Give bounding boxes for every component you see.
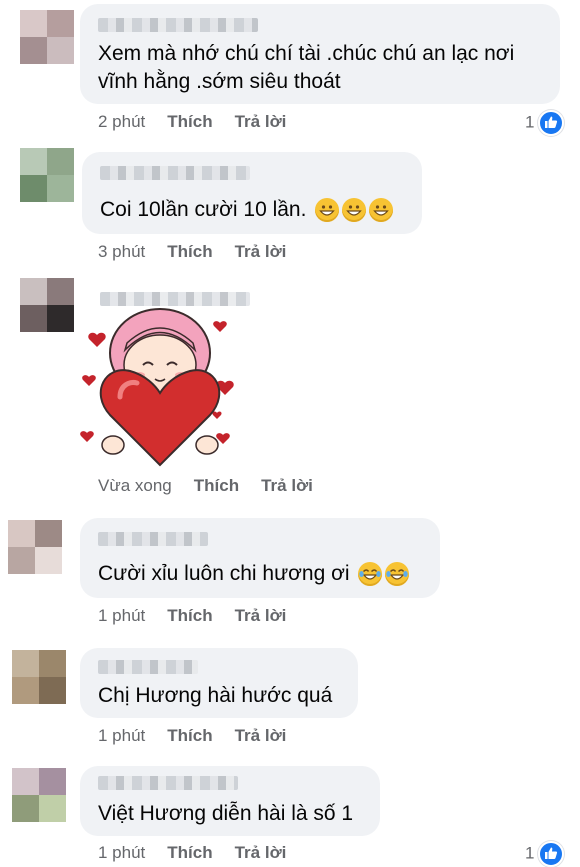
commenter-name[interactable]: [98, 18, 258, 32]
commenter-name[interactable]: [98, 776, 238, 790]
comment-actions: Vừa xong Thích Trả lời: [98, 476, 335, 496]
grinning-face-icon: [315, 198, 340, 223]
like-action[interactable]: Thích: [167, 843, 212, 863]
reaction-count[interactable]: 1: [525, 110, 565, 136]
comment-text-content: Cười xỉu luôn chi hương ơi: [98, 562, 350, 585]
commenter-name[interactable]: [98, 532, 208, 546]
avatar[interactable]: [12, 768, 66, 822]
comment-time: 3 phút: [98, 242, 146, 261]
comment-time: 2 phút: [98, 112, 146, 131]
like-action[interactable]: Thích: [167, 242, 212, 262]
reply-action[interactable]: Trả lời: [235, 242, 287, 262]
comment-time: 1 phút: [98, 843, 146, 862]
like-action[interactable]: Thích: [167, 726, 212, 746]
reply-action[interactable]: Trả lời: [235, 606, 287, 626]
reply-action[interactable]: Trả lời: [235, 726, 287, 746]
avatar[interactable]: [20, 278, 74, 332]
comment-actions: 1 phút Thích Trả lời: [98, 843, 308, 863]
comment-text: Chị Hương hài hước quá: [98, 684, 333, 707]
tears-of-joy-face-icon: [385, 562, 410, 587]
tears-of-joy-face-icon: [358, 562, 383, 587]
comment-text-content: Coi 10lần cười 10 lần.: [100, 198, 307, 221]
comment-text: vĩnh hằng .sớm siêu thoát: [98, 70, 341, 93]
grinning-face-icon: [342, 198, 367, 223]
comment-actions: 3 phút Thích Trả lời: [98, 242, 308, 262]
comment-text: Cười xỉu luôn chi hương ơi: [98, 560, 410, 588]
reaction-count[interactable]: 1: [525, 841, 565, 867]
reply-action[interactable]: Trả lời: [235, 112, 287, 132]
reaction-number: 1: [525, 112, 535, 132]
thumbs-up-icon: [538, 841, 565, 867]
comment-actions: 1 phút Thích Trả lời: [98, 606, 308, 626]
comment-time: Vừa xong: [98, 476, 172, 495]
reply-action[interactable]: Trả lời: [261, 476, 313, 496]
avatar[interactable]: [20, 10, 74, 64]
comment-time: 1 phút: [98, 606, 146, 625]
comment-text: Coi 10lần cười 10 lần.: [100, 196, 394, 224]
grinning-face-icon: [369, 198, 394, 223]
girl-holding-heart-sticker: [80, 308, 234, 467]
like-action[interactable]: Thích: [194, 476, 239, 496]
comment-actions: 2 phút Thích Trả lời: [98, 112, 308, 132]
commenter-name[interactable]: [100, 292, 250, 306]
avatar[interactable]: [20, 148, 74, 202]
commenter-name[interactable]: [98, 660, 198, 674]
reply-action[interactable]: Trả lời: [235, 843, 287, 863]
commenter-name[interactable]: [100, 166, 250, 180]
thumbs-up-icon: [538, 110, 565, 136]
comment-text: Xem mà nhớ chú chí tài .chúc chú an lạc …: [98, 42, 515, 65]
like-action[interactable]: Thích: [167, 112, 212, 132]
avatar[interactable]: [8, 520, 62, 574]
comment-text: Việt Hương diễn hài là số 1: [98, 802, 354, 825]
comment-actions: 1 phút Thích Trả lời: [98, 726, 308, 746]
like-action[interactable]: Thích: [167, 606, 212, 626]
avatar[interactable]: [12, 650, 66, 704]
comment-time: 1 phút: [98, 726, 146, 745]
